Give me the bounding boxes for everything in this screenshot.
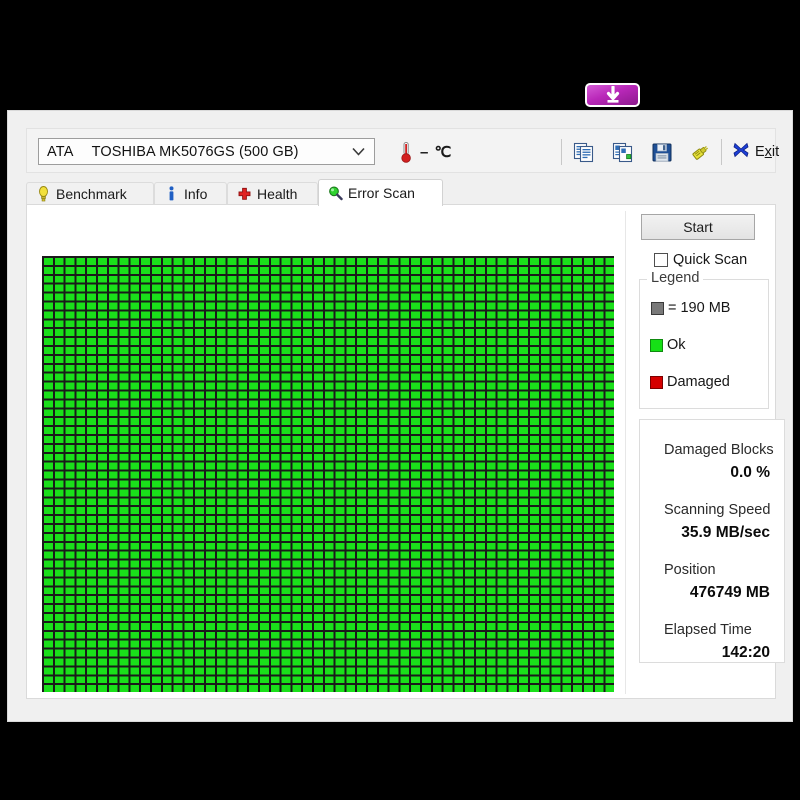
- device-toolbar: ATA TOSHIBA MK5076GS (500 GB) – ℃ Exit: [26, 128, 779, 173]
- green-magnifier-icon: [328, 185, 343, 201]
- thermometer-icon: [397, 141, 415, 163]
- crystaldiskmark-window: ATA TOSHIBA MK5076GS (500 GB) – ℃ Exit B…: [7, 110, 793, 722]
- stat-label-scanning-speed: Scanning Speed: [664, 502, 771, 518]
- stat-value-scanning-speed: 35.9 MB/sec: [681, 524, 770, 541]
- disk-block-map[interactable]: [42, 256, 614, 692]
- toolbar-separator-right: [721, 139, 722, 165]
- tab-health[interactable]: Health: [227, 182, 318, 205]
- legend-title: Legend: [647, 270, 704, 286]
- exit-button[interactable]: Exit: [732, 138, 779, 166]
- stat-value-elapsed-time: 142:20: [721, 644, 770, 661]
- device-model-label: TOSHIBA MK5076GS (500 GB): [91, 143, 299, 160]
- legend-gray-swatch-icon: [651, 301, 664, 315]
- stats-group: Damaged Blocks 0.0 % Scanning Speed 35.9…: [639, 419, 785, 663]
- stat-value-damaged-blocks: 0.0 %: [730, 464, 770, 481]
- legend-red-swatch-icon: [650, 375, 663, 389]
- window-title-bar: [0, 80, 800, 110]
- tab-benchmark[interactable]: Benchmark: [26, 182, 154, 205]
- tab-info-label: Info: [184, 186, 208, 202]
- device-select[interactable]: ATA TOSHIBA MK5076GS (500 GB): [38, 138, 375, 165]
- stat-label-damaged-blocks: Damaged Blocks: [664, 442, 774, 458]
- legend-item-damaged-label: Damaged: [667, 374, 730, 390]
- tab-info[interactable]: Info: [154, 182, 227, 205]
- quick-scan-checkbox[interactable]: [654, 253, 668, 267]
- start-button[interactable]: Start: [641, 214, 755, 240]
- copy-image-icon[interactable]: [608, 138, 638, 166]
- blue-x-close-icon: [732, 141, 750, 164]
- tab-error-scan-label: Error Scan: [348, 185, 415, 201]
- connector-plug-icon[interactable]: [686, 138, 716, 166]
- error-scan-panel: Start Quick Scan Legend = 190 MB Ok Dama…: [26, 204, 785, 699]
- legend-item-block-size: = 190 MB: [651, 300, 730, 316]
- tab-health-label: Health: [257, 186, 298, 202]
- temperature-display: – ℃: [397, 138, 452, 165]
- legend-item-ok-label: Ok: [667, 337, 686, 353]
- yellow-bulb-icon: [36, 186, 51, 202]
- temperature-value: – ℃: [420, 143, 453, 161]
- sidebar-divider: [625, 211, 626, 694]
- red-cross-icon: [237, 186, 252, 202]
- tab-error-scan[interactable]: Error Scan: [318, 179, 443, 206]
- device-interface-label: ATA: [47, 143, 74, 160]
- exit-button-label: Exit: [755, 144, 780, 160]
- tab-benchmark-label: Benchmark: [56, 186, 127, 202]
- chevron-down-icon[interactable]: [348, 139, 368, 164]
- quick-scan-checkbox-row[interactable]: Quick Scan: [654, 252, 747, 268]
- legend-green-swatch-icon: [650, 338, 663, 352]
- screenshot-root: ATA TOSHIBA MK5076GS (500 GB) – ℃ Exit B…: [0, 0, 800, 800]
- stat-label-position: Position: [664, 562, 716, 578]
- toolbar-separator-left: [561, 139, 562, 165]
- legend-item-damaged: Damaged: [650, 374, 730, 390]
- save-floppy-icon[interactable]: [647, 138, 677, 166]
- stat-value-position: 476749 MB: [689, 584, 770, 601]
- stat-label-elapsed-time: Elapsed Time: [664, 622, 752, 638]
- blue-info-icon: [164, 186, 179, 202]
- download-arrow-app-icon: [585, 83, 640, 107]
- copy-text-icon[interactable]: [569, 138, 599, 166]
- legend-item-block-size-label: = 190 MB: [668, 300, 731, 316]
- legend-item-ok: Ok: [650, 337, 686, 353]
- tab-strip: Benchmark Info Health Error Scan: [26, 179, 776, 206]
- quick-scan-label: Quick Scan: [673, 252, 748, 268]
- disk-block-map-cells: [42, 256, 614, 692]
